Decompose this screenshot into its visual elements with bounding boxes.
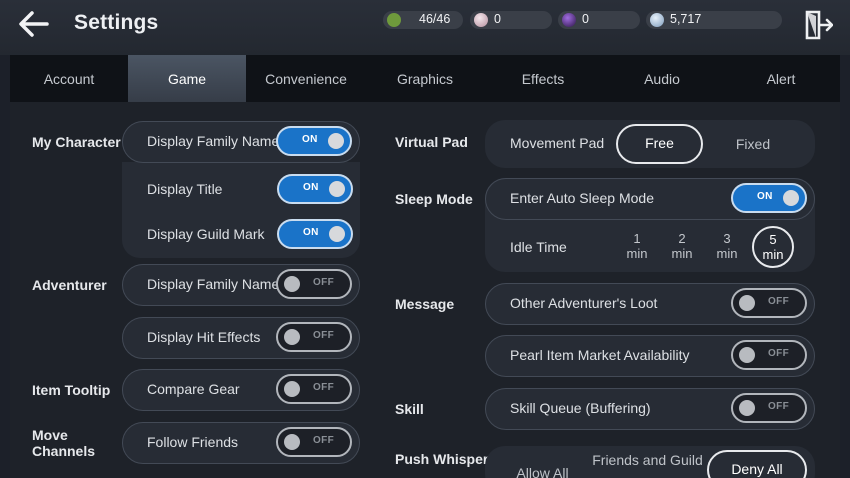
other-loot-row: Other Adventurer's Loot OFF	[485, 283, 815, 325]
push-whisper-allow-all-option[interactable]: Allow All	[505, 458, 580, 478]
my-character-label: My Character	[32, 134, 121, 150]
follow-friends-toggle[interactable]: OFF	[276, 427, 352, 457]
push-whisper-label: Push Whisper	[395, 451, 489, 467]
pearl-market-row: Pearl Item Market Availability OFF	[485, 335, 815, 377]
move-channels-label: Move Channels	[32, 427, 96, 459]
toggle-knob	[783, 190, 799, 206]
top-bar: Settings 46/46 0 0 5,717	[0, 0, 850, 55]
push-whisper-friends-guild-option[interactable]: Friends and Guild	[590, 450, 705, 470]
toggle-knob	[329, 226, 345, 242]
skill-label: Skill	[395, 401, 424, 417]
compare-gear-row: Compare Gear OFF	[122, 369, 360, 411]
idle-time-1-option[interactable]: 1 min	[616, 226, 658, 268]
compare-gear-toggle[interactable]: OFF	[276, 374, 352, 404]
toggle-knob	[284, 329, 300, 345]
display-guild-mark-label: Display Guild Mark	[147, 226, 265, 242]
pearl-market-toggle[interactable]: OFF	[731, 340, 807, 370]
black-stone-counter: 0	[558, 11, 640, 29]
toggle-knob	[284, 276, 300, 292]
back-button[interactable]	[14, 8, 54, 40]
auto-sleep-row: Enter Auto Sleep Mode ON	[485, 178, 815, 220]
toggle-knob	[284, 434, 300, 450]
auto-sleep-toggle[interactable]: ON	[731, 183, 807, 213]
exit-button[interactable]	[803, 8, 834, 42]
tab-effects[interactable]: Effects	[484, 55, 602, 102]
idle-time-label: Idle Time	[510, 239, 567, 255]
push-whisper-row: Allow All Friends and Guild Deny All	[485, 446, 815, 478]
exit-door-icon	[805, 10, 834, 40]
tab-graphics[interactable]: Graphics	[366, 55, 484, 102]
tab-account[interactable]: Account	[10, 55, 128, 102]
idle-time-5-option[interactable]: 5 min	[752, 226, 794, 268]
silver-counter: 5,717	[646, 11, 782, 29]
tab-alert[interactable]: Alert	[722, 55, 840, 102]
sleep-mode-label: Sleep Mode	[395, 191, 473, 207]
my-character-family-name-toggle[interactable]: ON	[276, 126, 352, 156]
settings-tabs: Account Game Convenience Graphics Effect…	[10, 55, 840, 102]
tab-convenience[interactable]: Convenience	[247, 55, 365, 102]
idle-time-2-option[interactable]: 2 min	[661, 226, 703, 268]
message-label: Message	[395, 296, 455, 312]
item-tooltip-label: Item Tooltip	[32, 382, 111, 398]
idle-time-3-option[interactable]: 3 min	[706, 226, 748, 268]
pearl-counter: 0	[470, 11, 552, 29]
display-title-toggle[interactable]: ON	[277, 174, 353, 204]
toggle-knob	[739, 295, 755, 311]
push-whisper-deny-all-option[interactable]: Deny All	[707, 450, 807, 478]
toggle-knob	[739, 400, 755, 416]
my-character-family-name-row: Display Family Name ON	[122, 121, 360, 163]
game-settings-panel: My Character Display Family Name ON Disp…	[10, 102, 840, 478]
arrow-left-icon	[19, 11, 49, 37]
display-title-label: Display Title	[147, 181, 223, 197]
energy-counter: 46/46	[383, 11, 463, 29]
tab-audio[interactable]: Audio	[603, 55, 721, 102]
other-loot-toggle[interactable]: OFF	[731, 288, 807, 318]
energy-icon	[387, 13, 401, 27]
pearl-icon	[474, 13, 488, 27]
tab-game[interactable]: Game	[128, 55, 246, 102]
display-hit-effects-row: Display Hit Effects OFF	[122, 317, 360, 359]
toggle-knob	[328, 133, 344, 149]
display-hit-effects-toggle[interactable]: OFF	[276, 322, 352, 352]
display-guild-mark-toggle[interactable]: ON	[277, 219, 353, 249]
skill-queue-toggle[interactable]: OFF	[731, 393, 807, 423]
silver-coin-icon	[650, 13, 664, 27]
page-title: Settings	[74, 11, 159, 34]
black-stone-icon	[562, 13, 576, 27]
virtual-pad-label: Virtual Pad	[395, 134, 468, 150]
toggle-knob	[329, 181, 345, 197]
adventurer-family-name-row: Display Family Name OFF	[122, 264, 360, 306]
skill-queue-row: Skill Queue (Buffering) OFF	[485, 388, 815, 430]
adventurer-family-name-toggle[interactable]: OFF	[276, 269, 352, 299]
toggle-knob	[284, 381, 300, 397]
virtual-pad-fixed-option[interactable]: Fixed	[713, 124, 793, 164]
virtual-pad-row: Movement Pad Free Fixed	[485, 120, 815, 168]
virtual-pad-free-option[interactable]: Free	[616, 124, 703, 164]
toggle-knob	[739, 347, 755, 363]
adventurer-label: Adventurer	[32, 277, 107, 293]
follow-friends-row: Follow Friends OFF	[122, 422, 360, 464]
